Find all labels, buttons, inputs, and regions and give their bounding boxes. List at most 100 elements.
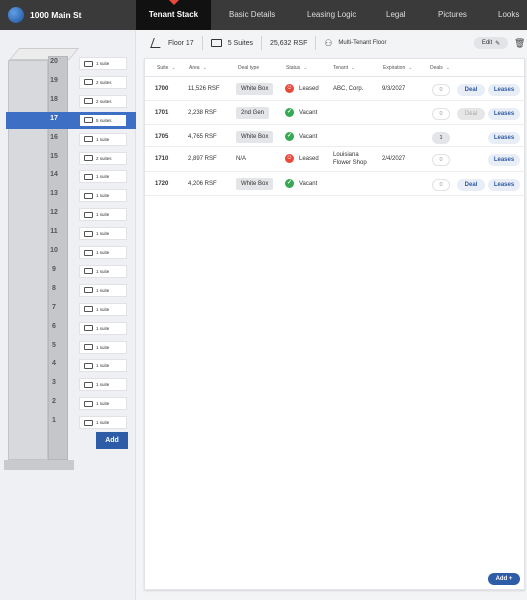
building-logo-icon (8, 7, 24, 23)
floor-suites-chip[interactable]: 1 suite (79, 378, 127, 392)
floor-suites-count: 2 suites (96, 155, 112, 161)
table-row[interactable]: 1710 2,897 RSF N/A ☺ Leased Louisiana Flower … (145, 147, 526, 172)
floor-row-14[interactable]: 14 1 suite (0, 168, 136, 185)
tab-tenant-stack[interactable]: Tenant Stack (136, 0, 211, 30)
edit-floor-button[interactable]: Edit ✎ (474, 37, 508, 49)
status-label: Leased (299, 156, 319, 162)
floor-row-15[interactable]: 15 2 suites (0, 150, 136, 167)
vacant-check-icon: ✓ (285, 108, 294, 117)
floor-row-20[interactable]: 20 1 suite (0, 55, 136, 72)
deal-button[interactable]: Deal (457, 108, 485, 120)
col-deal-type[interactable]: Deal type (238, 65, 259, 71)
floor-row-8[interactable]: 8 1 suite (0, 282, 136, 299)
floor-suites-count: 1 suite (96, 401, 110, 407)
floor-suites-chip[interactable]: 1 suite (79, 321, 127, 335)
floor-suites-count: 1 suite (96, 250, 110, 255)
delete-floor-trash-icon[interactable]: 🗑 (514, 37, 525, 49)
floor-row-13[interactable]: 13 1 suite (0, 187, 136, 204)
floor-label: Floor 17 (168, 39, 194, 47)
brand[interactable]: 1000 Main St (0, 0, 136, 30)
floor-row-3[interactable]: 3 1 suite (0, 376, 136, 393)
suite-icon (84, 117, 93, 124)
floor-suites-chip[interactable]: 1 suite (79, 57, 127, 70)
floor-suites-count: 1 suite (96, 212, 110, 218)
tenant-stack-panel: 20 1 suite 19 2 suites 18 2 suites 17 5 suites 1… (0, 30, 136, 600)
suites-count: 5 Suites (227, 39, 253, 47)
col-status[interactable]: Status ⌄ (286, 65, 307, 71)
status-label: Vacant (299, 181, 318, 187)
floor-suites-chip[interactable]: 1 suite (79, 227, 127, 241)
floor-suites-chip[interactable]: 1 suite (79, 132, 127, 146)
floor-suites-count: 1 suite (96, 306, 110, 312)
add-floor-button[interactable]: Add (96, 432, 128, 449)
floor-row-5[interactable]: 5 1 suite (0, 339, 136, 356)
leases-button[interactable]: Leases (488, 84, 520, 96)
floor-suites-chip[interactable]: 1 suite (79, 170, 127, 184)
floor-suites-chip[interactable]: 2 suites (79, 75, 127, 89)
edit-label: Edit (481, 40, 493, 46)
suite-area: 4,765 RSF (188, 134, 217, 140)
floor-row-10[interactable]: 10 1 suite (0, 244, 136, 261)
floor-suites-chip[interactable]: 1 suite (79, 189, 127, 203)
floor-row-11[interactable]: 11 1 suite (0, 225, 136, 242)
floor-suites-chip[interactable]: 1 suite (79, 264, 127, 278)
tab-leasing-logic[interactable]: Leasing Logic (307, 0, 356, 30)
deal-button[interactable]: Deal (457, 179, 485, 191)
suites-info: 5 Suites (201, 36, 261, 50)
floor-suites-chip[interactable]: 1 suite (79, 246, 127, 259)
leases-button[interactable]: Leases (488, 154, 520, 166)
deal-type-pill: White Box (236, 131, 274, 143)
floor-suites-chip[interactable]: 1 suite (79, 283, 127, 297)
leases-button[interactable]: Leases (488, 108, 520, 120)
floor-row-17[interactable]: 17 5 suites (0, 111, 136, 129)
floor-suites-chip[interactable]: 1 suite (79, 340, 127, 354)
deal-button[interactable]: Deal (457, 84, 485, 96)
col-deals[interactable]: Deals ⌄ (430, 65, 450, 71)
leases-button[interactable]: Leases (488, 132, 520, 144)
table-row[interactable]: 1720 4,206 RSF White Box ✓ Vacant 0 Deal Leases (145, 172, 526, 196)
floor-suites-chip[interactable]: 1 suite (79, 416, 127, 430)
tab-legal[interactable]: Legal (386, 0, 406, 30)
suite-icon (84, 419, 93, 426)
floor-suites-chip[interactable]: 2 suites (79, 94, 127, 108)
tab-looks[interactable]: Looks (498, 0, 519, 30)
suite-icon (84, 98, 93, 105)
table-row[interactable]: 1705 4,765 RSF White Box ✓ Vacant 1 Leases (145, 125, 526, 147)
floor-suites-chip[interactable]: 5 suites (79, 113, 127, 127)
floor-row-6[interactable]: 6 1 suite (0, 320, 136, 337)
floor-row-2[interactable]: 2 1 suite (0, 395, 136, 412)
floor-row-19[interactable]: 19 2 suites (0, 74, 136, 91)
floor-suites-chip[interactable]: 1 suite (79, 397, 127, 411)
floor-suites-chip[interactable]: 1 suite (79, 359, 127, 373)
status-label: Vacant (299, 110, 318, 116)
floor-number: 19 (50, 76, 58, 84)
col-tenant[interactable]: Tenant ⌄ (333, 65, 355, 71)
suite-icon (84, 230, 93, 237)
floor-row-9[interactable]: 9 1 suite (0, 263, 136, 280)
floor-suites-chip[interactable]: 1 suite (79, 208, 127, 222)
leases-button[interactable]: Leases (488, 179, 520, 191)
expiration-date: 2/4/2027 (382, 156, 406, 162)
col-suite[interactable]: Suite ⌄ (157, 65, 176, 71)
col-expiration[interactable]: Expiration ⌄ (383, 65, 412, 71)
floor-row-12[interactable]: 12 1 suite (0, 206, 136, 223)
floor-suites-count: 1 suite (96, 268, 110, 274)
add-suite-button[interactable]: Add + (488, 573, 520, 585)
col-area[interactable]: Area ⌄ (189, 65, 207, 71)
floor-row-4[interactable]: 4 1 suite (0, 357, 136, 374)
table-row[interactable]: 1700 11,526 RSF White Box ☺ Leased ABC, Corp.… (145, 77, 526, 101)
tab-pictures[interactable]: Pictures (438, 0, 467, 30)
floor-row-7[interactable]: 7 1 suite (0, 301, 136, 318)
table-row[interactable]: 1701 2,238 RSF 2nd Gen ✓ Vacant 0 Deal Leases (145, 101, 526, 125)
floor-suites-chip[interactable]: 2 suites (79, 151, 127, 165)
suite-icon (84, 249, 93, 256)
floor-number: 5 (52, 341, 56, 349)
floor-row-1[interactable]: 1 1 suite (0, 414, 136, 431)
building-base (4, 460, 74, 470)
deal-type-pill: White Box (236, 178, 274, 190)
floor-row-18[interactable]: 18 2 suites (0, 93, 136, 110)
floor-row-16[interactable]: 16 1 suite (0, 131, 136, 148)
floor-number: 11 (50, 228, 58, 236)
tab-basic-details[interactable]: Basic Details (229, 0, 275, 30)
floor-suites-chip[interactable]: 1 suite (79, 302, 127, 316)
